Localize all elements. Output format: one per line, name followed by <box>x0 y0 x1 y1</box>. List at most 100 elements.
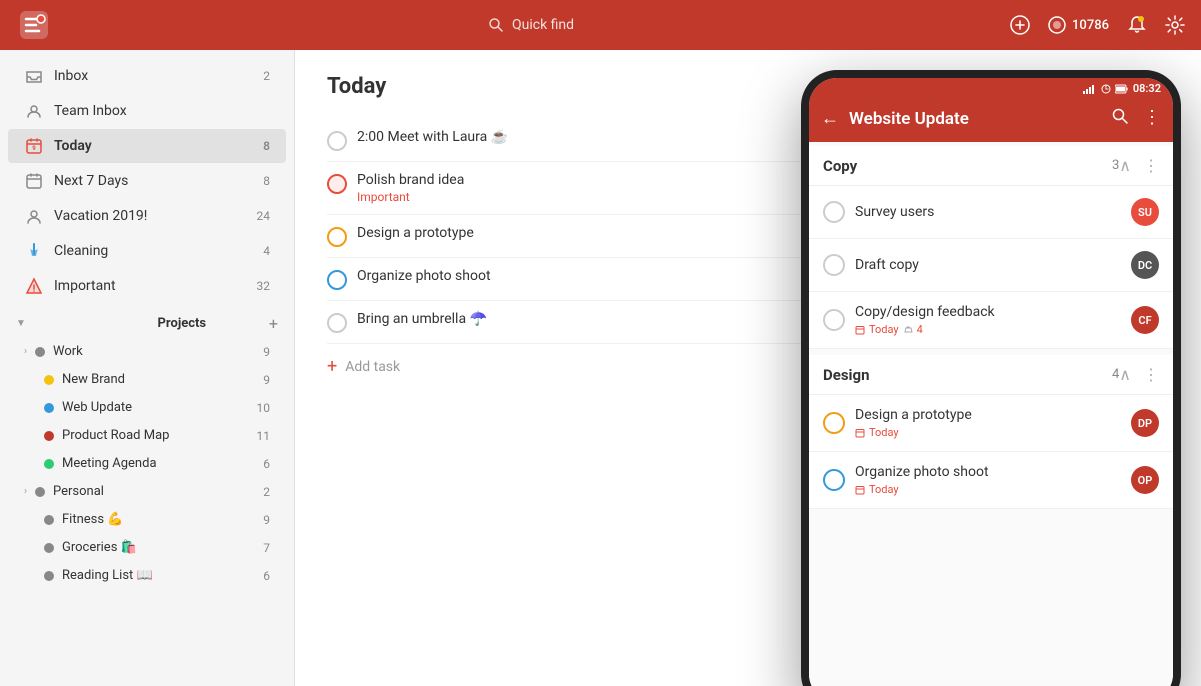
search-placeholder: Quick find <box>512 17 574 33</box>
design-more-button[interactable]: ⋮ <box>1143 365 1159 384</box>
meetingagenda-label: Meeting Agenda <box>62 456 255 471</box>
next7days-icon <box>24 171 44 191</box>
sidebar-item-next7days[interactable]: Next 7 Days 8 <box>8 164 286 198</box>
phone-task-date: Today <box>855 483 1121 496</box>
sidebar-item-productroad[interactable]: Product Road Map 11 <box>8 422 286 449</box>
sidebar-item-important[interactable]: Important 32 <box>8 269 286 303</box>
cleaning-icon <box>24 241 44 261</box>
phone-task-content: Draft copy <box>855 257 1121 273</box>
avatar: DP <box>1131 409 1159 437</box>
vacation-label: Vacation 2019! <box>54 208 247 224</box>
copy-more-button[interactable]: ⋮ <box>1143 156 1159 175</box>
add-task-label: Add task <box>345 359 400 375</box>
phone-task-circle[interactable] <box>823 254 845 276</box>
task-complete-button[interactable] <box>327 227 347 247</box>
phone-task-circle[interactable] <box>823 201 845 223</box>
phone-time: 08:32 <box>1133 82 1161 95</box>
avatar: DC <box>1131 251 1159 279</box>
copy-collapse-button[interactable]: ∧ <box>1119 156 1131 175</box>
webupdate-dot <box>44 403 54 413</box>
add-icon: + <box>327 356 337 377</box>
sidebar-item-vacation[interactable]: Vacation 2019! 24 <box>8 199 286 233</box>
task-complete-button[interactable] <box>327 174 347 194</box>
vacation-count: 24 <box>257 209 271 223</box>
productroad-count: 11 <box>257 429 271 443</box>
phone-more-icon[interactable]: ⋮ <box>1143 107 1161 130</box>
phone-task-row: Organize photo shoot Today OP <box>809 452 1173 509</box>
vacation-icon <box>24 206 44 226</box>
groceries-count: 7 <box>263 541 270 555</box>
sidebar-item-webupdate[interactable]: Web Update 10 <box>8 394 286 421</box>
task-complete-button[interactable] <box>327 131 347 151</box>
phone-search-icon[interactable] <box>1111 107 1129 130</box>
projects-label: Projects <box>158 316 207 331</box>
personal-count: 2 <box>263 485 270 499</box>
next7days-label: Next 7 Days <box>54 173 253 189</box>
personal-expand-arrow[interactable]: › <box>24 486 27 497</box>
sidebar-item-cleaning[interactable]: Cleaning 4 <box>8 234 286 268</box>
phone-task-name: Organize photo shoot <box>855 464 1121 480</box>
add-project-button[interactable]: + <box>269 314 278 333</box>
projects-collapse-arrow[interactable]: ▼ <box>16 318 26 329</box>
readinglist-count: 6 <box>263 569 270 583</box>
content-area: Today <box>295 50 1201 686</box>
phone-screen: 08:32 ← Website Update ⋮ <box>809 78 1173 686</box>
webupdate-count: 10 <box>257 401 271 415</box>
phone-task-name: Survey users <box>855 204 1121 220</box>
today-label: Today <box>54 138 253 154</box>
inbox-label: Inbox <box>54 68 253 84</box>
productroad-dot <box>44 431 54 441</box>
sidebar-item-groceries[interactable]: Groceries 🛍️ 7 <box>8 534 286 561</box>
inbox-icon <box>24 66 44 86</box>
sidebar-item-readinglist[interactable]: Reading List 📖 6 <box>8 562 286 589</box>
sidebar-item-work[interactable]: › Work 9 <box>8 338 286 365</box>
phone-frame: 08:32 ← Website Update ⋮ <box>801 70 1181 686</box>
phone-task-content: Copy/design feedback Today 4 <box>855 304 1121 336</box>
meetingagenda-count: 6 <box>263 457 270 471</box>
projects-actions: + <box>269 314 278 333</box>
productroad-label: Product Road Map <box>62 428 249 443</box>
sidebar-item-fitness[interactable]: Fitness 💪 9 <box>8 506 286 533</box>
phone-task-row: Survey users SU <box>809 186 1173 239</box>
task-complete-button[interactable] <box>327 270 347 290</box>
app-logo[interactable] <box>16 7 52 43</box>
phone-task-date: Today 4 <box>855 323 1121 336</box>
sidebar-item-meetingagenda[interactable]: Meeting Agenda 6 <box>8 450 286 477</box>
sidebar-item-team-inbox[interactable]: Team Inbox <box>8 94 286 128</box>
phone-task-circle[interactable] <box>823 309 845 331</box>
newbrand-count: 9 <box>263 373 270 387</box>
design-collapse-button[interactable]: ∧ <box>1119 365 1131 384</box>
sidebar-item-today[interactable]: 9 Today 8 <box>8 129 286 163</box>
karma-value: 10786 <box>1072 18 1109 33</box>
phone-task-circle[interactable] <box>823 412 845 434</box>
webupdate-label: Web Update <box>62 400 249 415</box>
today-icon: 9 <box>24 136 44 156</box>
today-count: 8 <box>263 139 270 153</box>
readinglist-label: Reading List 📖 <box>62 568 255 583</box>
sidebar: Inbox 2 Team Inbox 9 Today <box>0 50 295 686</box>
copy-section-count: 3 <box>1112 158 1119 173</box>
newbrand-label: New Brand <box>62 372 255 387</box>
copy-section-title: Copy <box>823 157 1108 175</box>
work-label: Work <box>53 344 255 359</box>
phone-back-button[interactable]: ← <box>821 108 839 129</box>
avatar: CF <box>1131 306 1159 334</box>
karma-display[interactable]: 10786 <box>1048 16 1109 34</box>
sidebar-item-personal[interactable]: › Personal 2 <box>8 478 286 505</box>
notifications-button[interactable] <box>1127 15 1147 35</box>
sidebar-item-inbox[interactable]: Inbox 2 <box>8 59 286 93</box>
quick-find[interactable]: Quick find <box>488 17 574 33</box>
phone-section-copy: Copy 3 ∧ ⋮ <box>809 146 1173 186</box>
copy-section-actions: ∧ ⋮ <box>1119 156 1159 175</box>
main-layout: Inbox 2 Team Inbox 9 Today <box>0 50 1201 686</box>
task-complete-button[interactable] <box>327 313 347 333</box>
work-dot <box>35 347 45 357</box>
add-task-button[interactable] <box>1010 15 1030 35</box>
cleaning-label: Cleaning <box>54 243 253 259</box>
work-expand-arrow[interactable]: › <box>24 346 27 357</box>
settings-button[interactable] <box>1165 15 1185 35</box>
phone-task-name: Draft copy <box>855 257 1121 273</box>
phone-task-circle[interactable] <box>823 469 845 491</box>
sidebar-item-newbrand[interactable]: New Brand 9 <box>8 366 286 393</box>
phone-task-name: Copy/design feedback <box>855 304 1121 320</box>
